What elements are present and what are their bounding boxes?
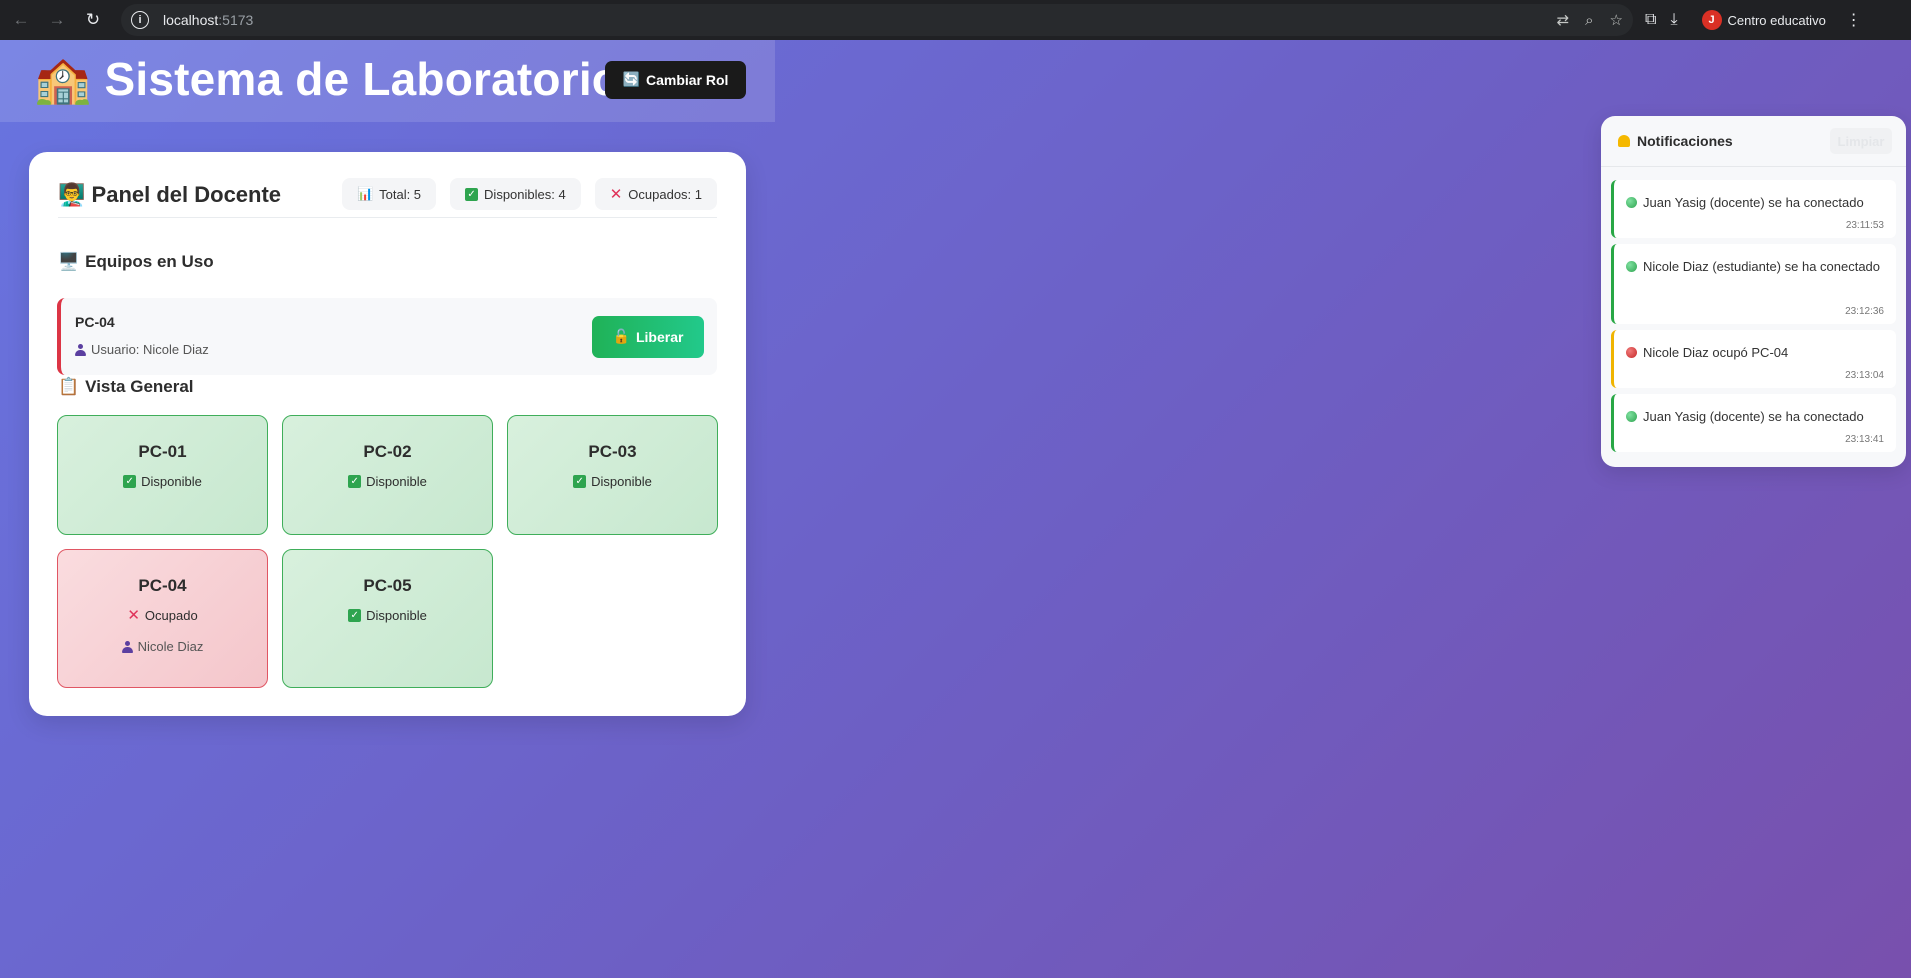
pc-user: Nicole Diaz — [121, 639, 203, 654]
cross-icon: ✕ — [609, 185, 623, 203]
panel-title: 👨‍🏫 Panel del Docente — [58, 182, 282, 208]
notifications-title: Notificaciones — [1618, 133, 1733, 149]
zoom-icon[interactable]: ⌕ — [1585, 12, 1593, 29]
download-icon[interactable]: ⤓ — [1670, 11, 1677, 29]
teacher-icon: 👨‍🏫 — [58, 183, 86, 208]
school-icon: 🏫 — [34, 52, 92, 106]
stat-total: 📊 Total: 5 — [341, 178, 437, 210]
pc-status: ✓ Disponible — [348, 608, 427, 623]
notification-message: Juan Yasig (docente) se ha conectado — [1626, 406, 1888, 427]
bell-icon — [1618, 135, 1630, 147]
notification-time: 23:13:04 — [1845, 370, 1884, 381]
release-button[interactable]: 🔓 Liberar — [592, 316, 704, 358]
notifications-header: Notificaciones Limpiar — [1601, 116, 1906, 167]
extensions-icon[interactable]: ⧉ — [1645, 11, 1656, 29]
busy-dot-icon — [1626, 347, 1637, 358]
notification-time: 23:12:36 — [1845, 306, 1884, 317]
teacher-panel: 👨‍🏫 Panel del Docente 📊 Total: 5 ✓ Dispo… — [29, 152, 746, 716]
pc-card[interactable]: PC-04 ✕ Ocupado Nicole Diaz — [57, 549, 268, 688]
address-url: localhost:5173 — [163, 12, 254, 28]
pc-status: ✓ Disponible — [573, 474, 652, 489]
pc-card[interactable]: PC-02 ✓ Disponible — [282, 415, 493, 535]
online-dot-icon — [1626, 261, 1637, 272]
bar-chart-icon: 📊 — [356, 186, 374, 202]
notification-message: Juan Yasig (docente) se ha conectado — [1626, 192, 1888, 213]
pc-status: ✕ Ocupado — [127, 607, 198, 624]
notifications-panel: Notificaciones Limpiar Juan Yasig (docen… — [1601, 116, 1906, 467]
user-icon — [121, 640, 133, 653]
check-icon: ✓ — [465, 187, 479, 201]
clipboard-icon: 📋 — [58, 377, 80, 397]
pc-card[interactable]: PC-05 ✓ Disponible — [282, 549, 493, 688]
pc-status: ✓ Disponible — [123, 474, 202, 489]
clear-button[interactable]: Limpiar — [1830, 128, 1892, 154]
pc-card[interactable]: PC-03 ✓ Disponible — [507, 415, 718, 535]
pc-name: PC-01 — [138, 442, 187, 461]
online-dot-icon — [1626, 411, 1637, 422]
notification-time: 23:13:41 — [1845, 434, 1884, 445]
reload-icon[interactable]: ↻ — [78, 5, 108, 35]
notification-message: Nicole Diaz ocupó PC-04 — [1626, 342, 1888, 363]
pc-name: PC-04 — [138, 576, 187, 595]
translate-icon[interactable]: ⇄ — [1557, 11, 1570, 29]
stat-occupied: ✕ Ocupados: 1 — [594, 178, 717, 210]
check-icon: ✓ — [573, 475, 587, 488]
pc-name: PC-05 — [363, 576, 412, 595]
pc-name: PC-03 — [588, 442, 637, 461]
app-page: 🏫 Sistema de Laboratorio 🔄 Cambiar Rol 👨… — [0, 40, 1911, 978]
profile-name: Centro educativo — [1727, 12, 1826, 28]
notification-time: 23:11:53 — [1845, 220, 1884, 231]
cross-icon: ✕ — [127, 607, 140, 624]
bookmark-star-icon[interactable]: ☆ — [1610, 11, 1623, 29]
notification-message: Nicole Diaz (estudiante) se ha conectado — [1626, 256, 1888, 277]
panel-header: 👨‍🏫 Panel del Docente 📊 Total: 5 ✓ Dispo… — [58, 178, 717, 218]
in-use-user: Usuario: Nicole Diaz — [75, 342, 209, 357]
stat-available: ✓ Disponibles: 4 — [450, 178, 581, 210]
in-use-section-title: 🖥️ Equipos en Uso — [58, 252, 214, 272]
site-info-icon[interactable]: i — [131, 11, 149, 29]
check-icon: ✓ — [348, 475, 362, 488]
back-arrow-icon[interactable]: ← — [6, 5, 36, 35]
computer-grid: PC-01 ✓ Disponible PC-02 ✓ Disponible PC… — [57, 415, 718, 688]
stats-bar: 📊 Total: 5 ✓ Disponibles: 4 ✕ Ocupados: … — [341, 178, 717, 210]
online-dot-icon — [1626, 197, 1637, 208]
user-icon — [75, 343, 86, 356]
notification-item: Juan Yasig (docente) se ha conectado 23:… — [1611, 394, 1896, 452]
in-use-item: PC-04 Usuario: Nicole Diaz 🔓 Liberar — [57, 298, 717, 375]
pc-status: ✓ Disponible — [348, 474, 427, 489]
app-header: 🏫 Sistema de Laboratorio 🔄 Cambiar Rol — [0, 40, 775, 122]
menu-kebab-icon[interactable]: ⋮ — [1846, 10, 1862, 30]
address-bar[interactable]: i localhost:5173 ⇄ ⌕ ☆ — [121, 4, 1633, 36]
unlock-icon: 🔓 — [612, 329, 630, 345]
browser-toolbar: ← → ↻ i localhost:5173 ⇄ ⌕ ☆ ⧉ ⤓ J Centr… — [0, 0, 1911, 40]
in-use-pc-name: PC-04 — [75, 314, 115, 330]
forward-arrow-icon[interactable]: → — [42, 5, 72, 35]
avatar: J — [1701, 10, 1722, 30]
notification-item: Nicole Diaz ocupó PC-04 23:13:04 — [1611, 330, 1896, 388]
computer-icon: 🖥️ — [58, 252, 80, 272]
check-icon: ✓ — [123, 475, 137, 488]
notification-item: Juan Yasig (docente) se ha conectado 23:… — [1611, 180, 1896, 238]
pc-name: PC-02 — [363, 442, 412, 461]
app-title: 🏫 Sistema de Laboratorio — [34, 52, 621, 106]
profile-button[interactable]: J Centro educativo — [1701, 10, 1826, 30]
change-role-button[interactable]: 🔄 Cambiar Rol — [605, 61, 746, 99]
overview-section-title: 📋 Vista General — [58, 377, 194, 397]
pc-card[interactable]: PC-01 ✓ Disponible — [57, 415, 268, 535]
refresh-icon: 🔄 — [622, 72, 640, 88]
notification-item: Nicole Diaz (estudiante) se ha conectado… — [1611, 244, 1896, 324]
check-icon: ✓ — [348, 609, 362, 622]
